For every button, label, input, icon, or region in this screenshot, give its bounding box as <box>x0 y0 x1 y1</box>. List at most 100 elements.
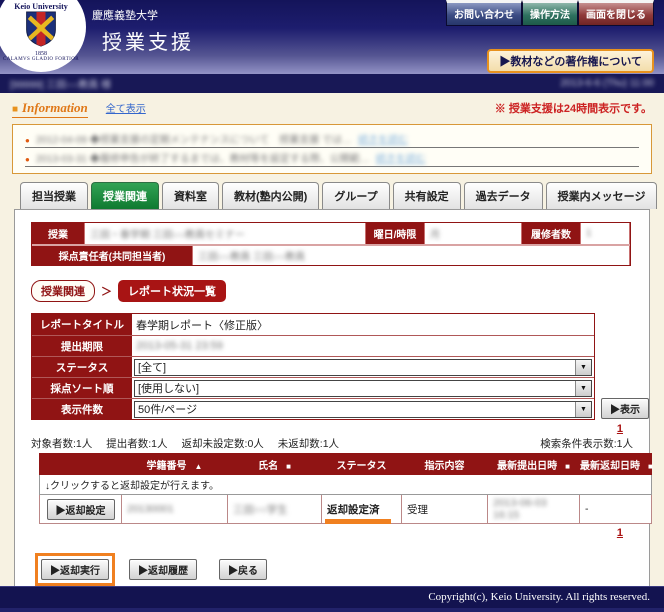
report-status-table: 学籍番号▲ 氏名■ ステータス 指示内容 最新提出日時■ 最新返却日時■ ↓クリ… <box>39 453 652 524</box>
keio-logo: Keio University 1858 CALAMVS GLADIO FORT… <box>0 0 86 72</box>
main-panel: 授業 三田・春学期 三田○○教員セミナー 曜日/時限 月 履修者数 1 採点責任… <box>14 209 650 611</box>
breadcrumb: 授業関連 ＞ レポート状況一覧 <box>31 280 649 302</box>
button-column-header <box>40 454 122 475</box>
24h-notice: ※ 授業支援は24時間表示です。 <box>495 100 652 116</box>
tab-class-messages[interactable]: 授業内メッセージ <box>546 182 658 209</box>
status-select[interactable]: [全て] ▼ <box>134 359 592 376</box>
table-header-row: 学籍番号▲ 氏名■ ステータス 指示内容 最新提出日時■ 最新返却日時■ <box>40 454 652 475</box>
return-unset-count: 返却未設定数:0人 <box>182 436 264 451</box>
show-button[interactable]: ▶表示 <box>601 398 649 419</box>
col-instruction: 指示内容 <box>402 454 488 475</box>
action-buttons: ▶返却実行 ▶返却履歴 ▶戻る <box>35 553 649 586</box>
target-count: 対象者数:1人 <box>31 436 92 451</box>
instruction-value: 受理 <box>402 495 488 524</box>
info-item-text: 2013-03-31 ◆履修申告が終了するまでは、教材等を設定する際、公開範… <box>36 150 370 165</box>
class-value: 三田・春学期 三田○○教員セミナー <box>90 226 245 241</box>
report-filter-area: レポートタイトル 春学期レポート〈修正版〉 提出期限 2013-05-31 23… <box>31 313 649 420</box>
day-period-value: 月 <box>430 226 440 241</box>
display-count-label: 表示件数 <box>32 399 132 419</box>
tab-group[interactable]: グループ <box>322 182 389 209</box>
bullet-icon: ● <box>25 155 30 164</box>
table-caption: ↓クリックすると返却設定が行えます。 <box>40 475 652 495</box>
dropdown-arrow-icon[interactable]: ▼ <box>575 402 591 417</box>
deadline-label: 提出期限 <box>32 336 132 356</box>
info-item-text: 2012-04-09 ◆授業支援の定期メンテナンスについて 授業支援 では… <box>36 131 352 146</box>
square-bullet-icon: ■ <box>12 104 18 115</box>
page-number-link[interactable]: 1 <box>617 423 623 435</box>
tab-sharing-settings[interactable]: 共有設定 <box>393 182 461 209</box>
unreturned-count: 未返却数:1人 <box>278 436 339 451</box>
tab-class-related[interactable]: 授業関連 <box>91 182 159 209</box>
help-button[interactable]: 操作方法 <box>522 0 578 26</box>
header-buttons: お問い合わせ 操作方法 画面を閉じる <box>446 0 654 26</box>
pagination-bottom: 1 <box>15 527 623 539</box>
chevron-right-icon: ＞ <box>101 283 112 299</box>
sort-icon[interactable]: ■ <box>286 462 291 471</box>
summary-stats: 対象者数:1人 提出者数:1人 返却未設定数:0人 未返却数:1人 検索条件表示… <box>31 436 633 451</box>
page-footer: Copyright(c), Keio University. All right… <box>0 586 664 612</box>
status-value: 返却設定済 <box>322 495 402 524</box>
col-name: 氏名■ <box>228 454 322 475</box>
col-latest-submit: 最新提出日時■ <box>488 454 580 475</box>
list-item: ● 2012-04-09 ◆授業支援の定期メンテナンスについて 授業支援 では…… <box>25 129 639 148</box>
enrolled-value: 1 <box>586 228 592 239</box>
table-row: ▶返却設定 20130001 三田○○学生 返却設定済 受理 2013-06-0… <box>40 495 652 524</box>
report-title-value: 春学期レポート〈修正版〉 <box>132 314 594 335</box>
student-id-value: 20130001 <box>127 503 174 515</box>
logo-motto-text: CALAMVS GLADIO FORTIOR <box>3 57 79 62</box>
dropdown-arrow-icon[interactable]: ▼ <box>575 360 591 375</box>
class-label: 授業 <box>32 223 84 244</box>
return-setting-cell: ▶返却設定 <box>40 495 122 524</box>
tab-materials-room[interactable]: 資料室 <box>162 182 219 209</box>
sort-icon[interactable]: ■ <box>565 462 570 471</box>
materials-copyright-button[interactable]: ▶教材などの著作権について <box>487 49 654 73</box>
main-tab-bar: 担当授業 授業関連 資料室 教材(塾内公開) グループ 共有設定 過去データ 授… <box>20 182 664 209</box>
bullet-icon: ● <box>25 136 30 145</box>
display-count-select[interactable]: 50件/ページ ▼ <box>134 401 592 418</box>
report-title-label: レポートタイトル <box>32 314 132 335</box>
annotation-highlight-box: ▶返却実行 <box>35 553 115 586</box>
col-student-id: 学籍番号▲ <box>122 454 228 475</box>
page-number-link[interactable]: 1 <box>617 527 623 539</box>
sort-icon[interactable]: ■ <box>648 462 653 471</box>
sort-order-select[interactable]: [使用しない] ▼ <box>134 380 592 397</box>
close-screen-button[interactable]: 画面を閉じる <box>578 0 654 26</box>
show-all-link[interactable]: 全て表示 <box>106 100 146 115</box>
annotation-highlight-bar <box>325 519 391 524</box>
class-info-table: 授業 三田・春学期 三田○○教員セミナー 曜日/時限 月 履修者数 1 採点責任… <box>31 222 631 266</box>
report-filter-table: レポートタイトル 春学期レポート〈修正版〉 提出期限 2013-05-31 23… <box>31 313 595 420</box>
execute-return-button[interactable]: ▶返却実行 <box>41 559 109 580</box>
return-history-button[interactable]: ▶返却履歴 <box>129 559 197 580</box>
day-period-label: 曜日/時限 <box>366 223 424 244</box>
breadcrumb-report-status: レポート状況一覧 <box>118 280 226 302</box>
col-latest-return: 最新返却日時■ <box>580 454 652 475</box>
search-result-count: 検索条件表示数:1人 <box>540 436 633 451</box>
latest-return-value: - <box>580 495 652 524</box>
app-title: 授業支援 <box>102 26 194 55</box>
logged-in-user: [99999] 三田○○教員 様 <box>10 76 111 91</box>
app-header: Keio University 1858 CALAMVS GLADIO FORT… <box>0 0 664 74</box>
enrolled-label: 履修者数 <box>522 223 580 244</box>
grader-value: 三田○○教員 三田○○教員 <box>198 248 305 263</box>
sort-asc-icon[interactable]: ▲ <box>195 462 203 471</box>
tab-past-data[interactable]: 過去データ <box>464 182 543 209</box>
tab-assigned-classes[interactable]: 担当授業 <box>20 182 88 209</box>
breadcrumb-class-related[interactable]: 授業関連 <box>31 280 95 302</box>
caption-row: ↓クリックすると返却設定が行えます。 <box>40 475 652 495</box>
contact-button[interactable]: お問い合わせ <box>446 0 522 26</box>
return-setting-button[interactable]: ▶返却設定 <box>47 499 115 520</box>
logo-university-text: Keio University <box>14 2 68 11</box>
student-name-value: 三田○○学生 <box>233 504 288 516</box>
copyright-text: Copyright(c), Keio University. All right… <box>428 591 650 603</box>
info-item-link[interactable]: 続きを読む <box>376 150 426 165</box>
information-box: ● 2012-04-09 ◆授業支援の定期メンテナンスについて 授業支援 では…… <box>12 124 652 174</box>
back-button[interactable]: ▶戻る <box>219 559 267 580</box>
dropdown-arrow-icon[interactable]: ▼ <box>575 381 591 396</box>
list-item: ● 2013-03-31 ◆履修申告が終了するまでは、教材等を設定する際、公開範… <box>25 148 639 167</box>
info-item-link[interactable]: 続きを読む <box>358 131 408 146</box>
tab-teaching-materials[interactable]: 教材(塾内公開) <box>222 182 319 209</box>
keio-emblem-icon <box>24 11 58 52</box>
current-datetime: 2013-6-6 (Thu) 11:00 <box>560 78 654 89</box>
status-label: ステータス <box>32 357 132 377</box>
col-status: ステータス <box>322 454 402 475</box>
